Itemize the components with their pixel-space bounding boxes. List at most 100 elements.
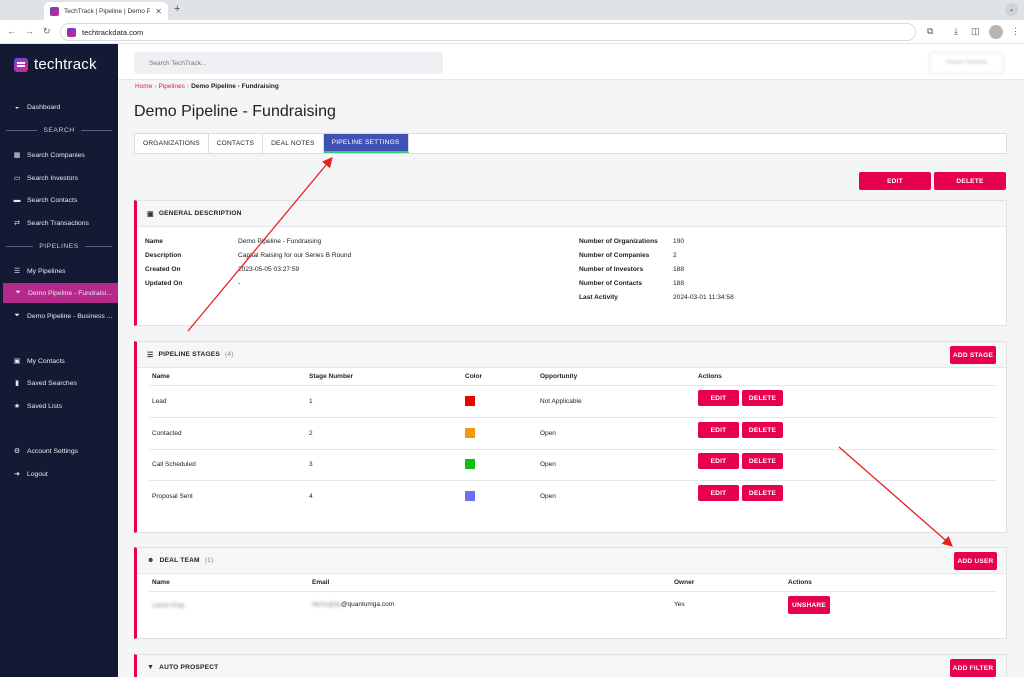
sidebar-item-account-settings[interactable]: ⚙ Account Settings bbox=[0, 441, 118, 461]
column-header: Email bbox=[312, 579, 330, 586]
sidebar-item-label: My Contacts bbox=[27, 357, 65, 365]
app-topbar: Shawn Nemeth bbox=[118, 44, 1024, 80]
edit-stage-button[interactable]: EDIT bbox=[698, 390, 739, 406]
sidepanel-icon[interactable]: ◫ bbox=[971, 26, 980, 37]
tab-contacts[interactable]: CONTACTS bbox=[209, 134, 264, 153]
column-header: Name bbox=[152, 579, 170, 586]
edit-stage-button[interactable]: EDIT bbox=[698, 422, 739, 438]
pipeline-stages-card: ☰ PIPELINE STAGES (4) ADD STAGE Name Sta… bbox=[134, 341, 1007, 533]
sidebar-item-label: Search Contacts bbox=[27, 196, 78, 204]
breadcrumb-home[interactable]: Home bbox=[135, 83, 152, 90]
list-icon: ☰ bbox=[13, 268, 21, 275]
field-value: 190 bbox=[673, 238, 685, 245]
delete-stage-button[interactable]: DELETE bbox=[742, 485, 783, 501]
logo[interactable]: techtrack bbox=[14, 56, 97, 73]
profile-avatar[interactable] bbox=[989, 25, 1003, 39]
sidebar-item-pipeline-business[interactable]: ⏷ Demo Pipeline - Business ... bbox=[0, 306, 118, 326]
sidebar-item-saved-searches[interactable]: ▮ Saved Searches bbox=[0, 373, 118, 393]
close-icon[interactable]: ✕ bbox=[155, 7, 162, 16]
delete-pipeline-button[interactable]: DELETE bbox=[934, 172, 1006, 190]
card-title: AUTO PROSPECT bbox=[159, 664, 219, 671]
auto-prospect-card: ▼ AUTO PROSPECT ADD FILTER bbox=[134, 654, 1007, 677]
building-icon: ▦ bbox=[13, 152, 21, 159]
sidebar-item-search-contacts[interactable]: ▬ Search Contacts bbox=[0, 190, 118, 210]
stage-number: 1 bbox=[309, 398, 313, 405]
column-header: Stage Number bbox=[309, 373, 354, 380]
card-count: (1) bbox=[204, 557, 214, 564]
id-card-icon: ▣ bbox=[147, 210, 154, 218]
tab-pipeline-settings[interactable]: PIPELINE SETTINGS bbox=[323, 134, 409, 153]
unshare-button[interactable]: UNSHARE bbox=[788, 596, 830, 614]
column-header: Actions bbox=[698, 373, 722, 380]
sidebar-item-label: Saved Searches bbox=[27, 379, 77, 387]
add-filter-button[interactable]: ADD FILTER bbox=[950, 659, 996, 677]
breadcrumb-pipelines[interactable]: Pipelines bbox=[159, 83, 185, 90]
site-icon bbox=[67, 27, 76, 37]
tab-bar: ORGANIZATIONS CONTACTS DEAL NOTES PIPELI… bbox=[134, 133, 1007, 154]
favicon-icon bbox=[50, 6, 59, 16]
field-label: Number of Organizations bbox=[579, 238, 658, 245]
add-user-button[interactable]: ADD USER bbox=[954, 552, 997, 570]
more-icon[interactable]: ⋮ bbox=[1011, 26, 1020, 37]
section-label: PIPELINES bbox=[39, 243, 79, 250]
stage-number: 3 bbox=[309, 461, 313, 468]
general-description-card: ▣ GENERAL DESCRIPTION Name Demo Pipeline… bbox=[134, 200, 1007, 326]
user-menu[interactable]: Shawn Nemeth bbox=[929, 52, 1004, 74]
sidebar-item-logout[interactable]: ➜ Logout bbox=[0, 464, 118, 484]
sidebar-item-search-investors[interactable]: ▭ Search Investors bbox=[0, 168, 118, 188]
delete-stage-button[interactable]: DELETE bbox=[742, 453, 783, 469]
reload-icon[interactable]: ↻ bbox=[43, 26, 51, 37]
money-icon: ▭ bbox=[13, 175, 21, 182]
extension-icon[interactable]: ⧉ bbox=[927, 26, 933, 37]
delete-stage-button[interactable]: DELETE bbox=[742, 422, 783, 438]
tab-organizations[interactable]: ORGANIZATIONS bbox=[135, 134, 209, 153]
search-input[interactable] bbox=[134, 52, 443, 74]
sidebar-item-dashboard[interactable]: ◒ Dashboard bbox=[0, 97, 118, 117]
sidebar-item-label: Search Investors bbox=[27, 174, 78, 182]
field-label: Updated On bbox=[145, 280, 183, 287]
stage-color-swatch bbox=[465, 491, 475, 501]
member-name: Laura Gray bbox=[152, 602, 185, 609]
sidebar-item-search-companies[interactable]: ▦ Search Companies bbox=[0, 145, 118, 165]
sidebar-item-pipeline-fundraising[interactable]: ⏷ Demo Pipeline - Fundraisi... bbox=[3, 283, 118, 303]
sidebar-item-saved-lists[interactable]: ★ Saved Lists bbox=[0, 396, 118, 416]
section-label: SEARCH bbox=[43, 127, 75, 134]
filter-icon: ▼ bbox=[147, 664, 155, 671]
member-owner: Yes bbox=[674, 601, 685, 608]
browser-tab[interactable]: TechTrack | Pipeline | Demo Pi... ✕ bbox=[44, 2, 168, 20]
stage-name: Call Scheduled bbox=[152, 461, 196, 468]
new-tab-icon[interactable]: + bbox=[174, 3, 180, 15]
browser-tab-title: TechTrack | Pipeline | Demo Pi... bbox=[64, 7, 151, 15]
sidebar-item-search-transactions[interactable]: ⇄ Search Transactions bbox=[0, 213, 118, 233]
forward-icon[interactable]: → bbox=[25, 26, 34, 36]
card-header: ☰ PIPELINE STAGES (4) bbox=[137, 342, 1006, 368]
edit-stage-button[interactable]: EDIT bbox=[698, 453, 739, 469]
field-label: Last Activity bbox=[579, 294, 618, 301]
edit-pipeline-button[interactable]: EDIT bbox=[859, 172, 931, 190]
address-book-icon: ▣ bbox=[13, 358, 21, 365]
card-count: (4) bbox=[224, 351, 234, 358]
sidebar-item-my-pipelines[interactable]: ☰ My Pipelines bbox=[0, 261, 118, 281]
chevron-down-icon[interactable]: ⌄ bbox=[1005, 3, 1018, 16]
contacts-icon: ▬ bbox=[13, 196, 21, 204]
column-header: Actions bbox=[788, 579, 812, 586]
back-icon[interactable]: ← bbox=[7, 26, 16, 36]
field-label: Created On bbox=[145, 266, 181, 273]
tab-deal-notes[interactable]: DEAL NOTES bbox=[263, 134, 324, 153]
breadcrumb-current: Demo Pipeline - Fundraising bbox=[191, 83, 279, 90]
sidebar-item-label: Saved Lists bbox=[27, 402, 63, 410]
card-title: GENERAL DESCRIPTION bbox=[158, 210, 242, 217]
add-stage-button[interactable]: ADD STAGE bbox=[950, 346, 996, 364]
funnel-icon: ⏷ bbox=[15, 289, 21, 296]
download-icon[interactable]: ⤓ bbox=[954, 26, 958, 37]
sidebar-item-my-contacts[interactable]: ▣ My Contacts bbox=[0, 351, 118, 371]
stage-number: 2 bbox=[309, 430, 313, 437]
edit-stage-button[interactable]: EDIT bbox=[698, 485, 739, 501]
stage-name: Lead bbox=[152, 398, 167, 405]
breadcrumb: Home › Pipelines › Demo Pipeline - Fundraisi… bbox=[135, 83, 279, 90]
address-bar[interactable]: techtrackdata.com bbox=[60, 23, 916, 41]
field-label: Number of Investors bbox=[579, 266, 644, 273]
delete-stage-button[interactable]: DELETE bbox=[742, 390, 783, 406]
browser-tab-strip: TechTrack | Pipeline | Demo Pi... ✕ + ⌄ bbox=[0, 0, 1024, 20]
star-icon: ★ bbox=[13, 403, 21, 410]
